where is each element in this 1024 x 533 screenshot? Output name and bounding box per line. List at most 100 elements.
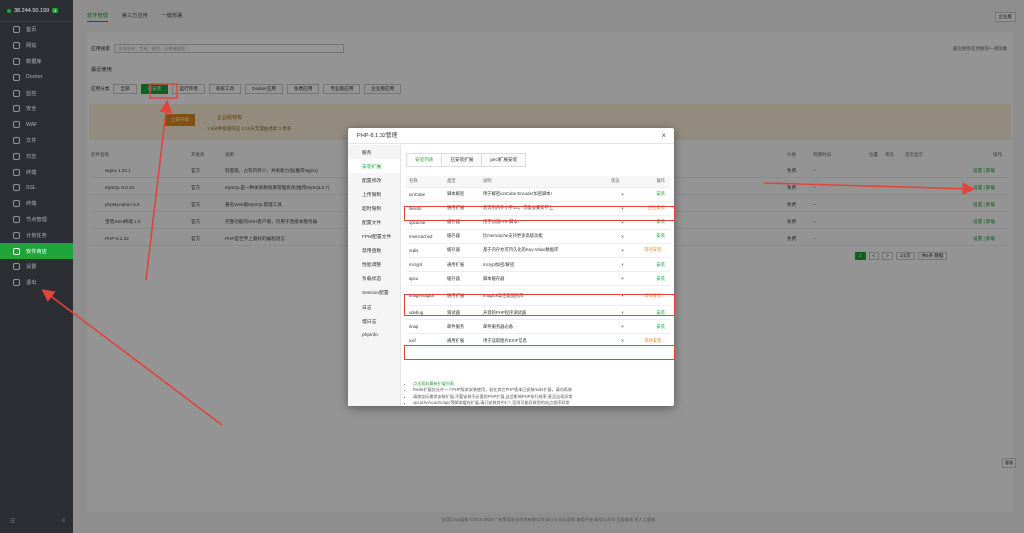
ext-type: 通用扩展 bbox=[444, 257, 480, 273]
ext-type: 邮件服务 bbox=[444, 319, 480, 335]
ext-op[interactable]: 安装 bbox=[634, 187, 670, 202]
monitor-icon bbox=[13, 89, 20, 97]
ext-status: × bbox=[608, 215, 634, 230]
dialog-nav-item-3[interactable]: 上传限制 bbox=[348, 187, 400, 201]
sidebar-item-10[interactable]: SSL bbox=[0, 180, 73, 196]
ext-desc: 用于读取图片EXIF信息 bbox=[480, 333, 608, 349]
ext-col-op: 操作 bbox=[634, 176, 670, 188]
dialog-nav-item-10[interactable]: Session配置 bbox=[348, 286, 400, 300]
php-manage-dialog: PHP-8.1.32管理 × 服务 安装扩展 配置修改 上传限制 超时限制 配置文件 FPM… bbox=[348, 128, 675, 407]
dialog-nav-item-13[interactable]: phpinfo bbox=[348, 328, 400, 342]
dialog-nav-item-7[interactable]: 禁用函数 bbox=[348, 244, 400, 258]
extension-row: exif 通用扩展 用于读取图片EXIF信息 × 等待安装... bbox=[406, 333, 670, 349]
sidebar-item-0[interactable]: 首页 bbox=[0, 22, 73, 38]
extension-row: redis 缓存器 基于内存亦可持久化的Key-Value数据库 × 等待安装... bbox=[406, 243, 670, 258]
ext-name: redis bbox=[406, 243, 444, 258]
sidebar-item-1[interactable]: 网站 bbox=[0, 38, 73, 54]
subtab-pecl[interactable]: pecl扩展安装 bbox=[482, 154, 526, 166]
ext-name: memcached bbox=[406, 229, 444, 244]
dialog-nav-item-8[interactable]: 性能调整 bbox=[348, 258, 400, 272]
gear-icon bbox=[13, 263, 20, 271]
clock-icon bbox=[13, 231, 20, 239]
ext-status: × bbox=[608, 285, 634, 307]
ext-op[interactable]: 安装 bbox=[634, 215, 670, 230]
sidebar-item-label: 终端 bbox=[26, 201, 37, 208]
dialog-nav-item-5[interactable]: 配置文件 bbox=[348, 215, 400, 229]
dialog-nav-item-9[interactable]: 负载状态 bbox=[348, 272, 400, 286]
ext-type: 缓存器 bbox=[444, 229, 480, 244]
ext-type: 调试器 bbox=[444, 305, 480, 321]
docker-icon bbox=[13, 73, 20, 81]
sidebar-item-label: 首页 bbox=[26, 27, 37, 34]
subtab-install-list[interactable]: 安装列表 bbox=[407, 154, 443, 166]
sidebar-item-5[interactable]: 安全 bbox=[0, 101, 73, 117]
folder-icon bbox=[13, 136, 20, 144]
dialog-nav-item-11[interactable]: 日志 bbox=[348, 300, 400, 314]
ext-op[interactable]: 安装 bbox=[634, 305, 670, 321]
sidebar-item-13[interactable]: 计划任务 bbox=[0, 227, 73, 243]
sidebar-item-6[interactable]: WAF bbox=[0, 117, 73, 133]
ext-op[interactable]: 正在安装 bbox=[634, 201, 670, 216]
ext-type: 通用扩展 bbox=[444, 285, 480, 307]
ext-op[interactable]: 安装 bbox=[634, 257, 670, 273]
extension-row: ionCube 脚本解密 用于解密ionCube Encoder加密脚本! × 安装 bbox=[406, 187, 670, 202]
ext-name: fileinfo bbox=[406, 201, 444, 216]
ext-col-name: 名称 bbox=[406, 176, 444, 188]
database-icon bbox=[13, 57, 20, 65]
notification-badge[interactable]: 4 bbox=[52, 8, 59, 13]
sidebar-item-8[interactable]: 日志 bbox=[0, 148, 73, 164]
sidebar-item-14[interactable]: 软件商店 bbox=[0, 243, 73, 259]
ext-type: 脚本解密 bbox=[444, 187, 480, 202]
ext-status: × bbox=[608, 201, 634, 216]
dialog-nav-item-1[interactable]: 安装扩展 bbox=[348, 159, 400, 174]
sidebar-item-9[interactable]: 终端 bbox=[0, 164, 73, 180]
extension-row: imap 邮件服务 邮件服务器必备 × 安装 bbox=[406, 319, 670, 335]
sidebar-item-16[interactable]: 退出 bbox=[0, 275, 73, 291]
sidebar-item-11[interactable]: 终端 bbox=[0, 196, 73, 212]
extension-row: apcu 缓存器 脚本缓存器 × 安装 bbox=[406, 271, 670, 287]
menu-icon[interactable]: ≡ bbox=[61, 518, 65, 525]
status-dot-icon bbox=[7, 8, 11, 13]
ext-op[interactable]: 等待安装... bbox=[634, 243, 670, 258]
ext-op[interactable]: 等待安装... bbox=[634, 333, 670, 349]
ext-name: apcu bbox=[406, 271, 444, 287]
ext-status: × bbox=[608, 271, 634, 287]
install-notes: 点击获取最新扩展列表 Redis扩展仅允许一个PHP版本安装使用，若在其它PHP… bbox=[409, 381, 572, 407]
ext-op[interactable]: 安装 bbox=[634, 271, 670, 287]
sidebar: 38.244.50.199 4 首页 网站 数据库 Docker 监控 安全 WAF 文件 日志… bbox=[0, 0, 73, 533]
sidebar-item-2[interactable]: 数据库 bbox=[0, 54, 73, 70]
sidebar-item-label: 设置 bbox=[26, 264, 37, 271]
log-icon bbox=[13, 152, 20, 160]
dialog-nav-item-2[interactable]: 配置修改 bbox=[348, 173, 400, 187]
extension-row: opcache 缓存器 用于加速PHP脚本! × 安装 bbox=[406, 215, 670, 230]
ext-op[interactable]: 安装 bbox=[634, 229, 670, 244]
dialog-nav-item-6[interactable]: FPM配置文件 bbox=[348, 230, 400, 244]
dialog-nav-item-4[interactable]: 超时限制 bbox=[348, 201, 400, 215]
sidebar-item-3[interactable]: Docker bbox=[0, 69, 73, 85]
ext-desc: 若可用内存小于1G，可能会安装不上 bbox=[480, 201, 608, 216]
refresh-extensions-link[interactable]: 点击获取最新扩展列表 bbox=[413, 381, 454, 386]
ext-op[interactable]: 等待安装... bbox=[634, 285, 670, 307]
dialog-nav-item-0[interactable]: 服务 bbox=[348, 145, 400, 159]
extension-row: memcached 缓存器 比memcache支持更多高级功能 × 安装 bbox=[406, 229, 670, 244]
extension-table: 名称 类型 说明 状态 操作 ionCube 脚本解密 用于解密ionCube En… bbox=[406, 176, 670, 349]
ext-op[interactable]: 安装 bbox=[634, 319, 670, 335]
ext-name: imap bbox=[406, 319, 444, 335]
extension-row: fileinfo 通用扩展 若可用内存小于1G，可能会安装不上 × 正在安装 bbox=[406, 201, 670, 216]
ext-status: × bbox=[608, 305, 634, 321]
dialog-nav-item-12[interactable]: 慢日志 bbox=[348, 314, 400, 328]
ext-desc: mcrypt加密/解密 bbox=[480, 257, 608, 273]
sidebar-item-label: 安全 bbox=[26, 106, 37, 113]
sidebar-item-7[interactable]: 文件 bbox=[0, 133, 73, 149]
ext-status: × bbox=[608, 257, 634, 273]
sidebar-item-15[interactable]: 设置 bbox=[0, 259, 73, 275]
ext-name: mcrypt bbox=[406, 257, 444, 273]
ext-col-desc: 说明 bbox=[480, 176, 608, 188]
collapse-icon[interactable]: ☰ bbox=[10, 518, 15, 525]
globe-icon bbox=[13, 42, 20, 50]
close-icon[interactable]: × bbox=[661, 131, 666, 141]
ext-name: imagemagick bbox=[406, 285, 444, 307]
sidebar-item-4[interactable]: 监控 bbox=[0, 85, 73, 101]
subtab-installed[interactable]: 已安装扩展 bbox=[442, 154, 483, 166]
sidebar-item-12[interactable]: 节点管理 bbox=[0, 212, 73, 228]
